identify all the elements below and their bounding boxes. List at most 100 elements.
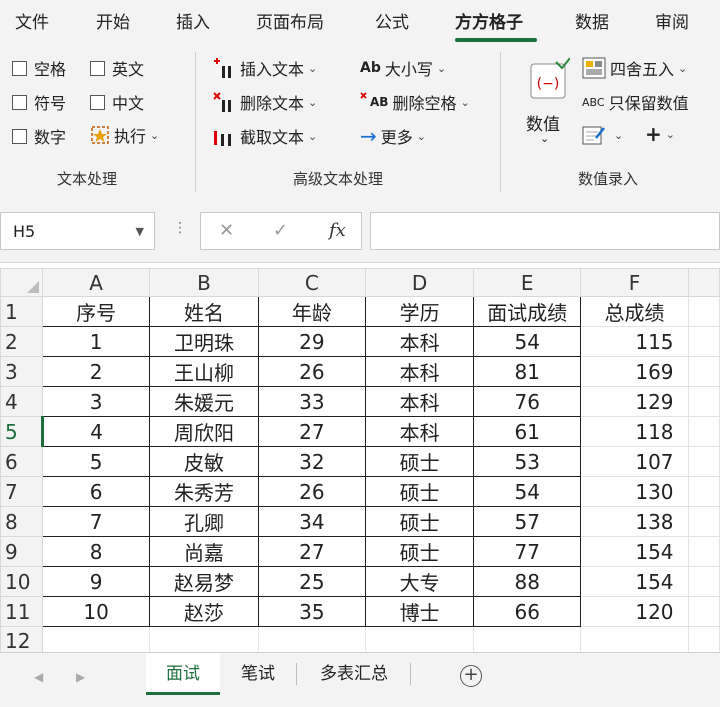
- row-header[interactable]: 4: [0, 386, 43, 417]
- row-header[interactable]: 11: [0, 596, 43, 627]
- cell-interview-score[interactable]: 76: [472, 386, 582, 417]
- cell-age[interactable]: 29: [257, 326, 367, 357]
- checkbox-english[interactable]: 英文: [90, 56, 144, 80]
- cell-interview-score[interactable]: 61: [472, 416, 582, 447]
- empty-cell[interactable]: [687, 356, 720, 387]
- edit-cell-button[interactable]: ⌄: [582, 124, 623, 146]
- cell-id[interactable]: 8: [41, 536, 151, 567]
- cell-id[interactable]: 3: [41, 386, 151, 417]
- keep-values-button[interactable]: ABC 只保留数值: [582, 90, 689, 114]
- cell-total-score[interactable]: 115: [580, 326, 689, 357]
- cell-id[interactable]: 6: [41, 476, 151, 507]
- empty-cell[interactable]: [687, 566, 720, 597]
- row-header-selected[interactable]: 5: [0, 416, 44, 447]
- checkbox-space[interactable]: 空格: [12, 56, 66, 80]
- cell-interview-score[interactable]: 53: [472, 446, 582, 477]
- menu-tab-insert[interactable]: 插入: [176, 8, 210, 33]
- fx-icon[interactable]: fx: [329, 220, 346, 241]
- cell-id[interactable]: 1: [41, 326, 151, 357]
- insert-text-button[interactable]: 插入文本 ⌄: [212, 56, 317, 80]
- cancel-icon[interactable]: ✕: [219, 220, 234, 241]
- add-sheet-icon[interactable]: +: [460, 665, 482, 687]
- cell-education[interactable]: 本科: [365, 326, 474, 357]
- cell-interview-score[interactable]: 77: [472, 536, 582, 567]
- select-all-corner[interactable]: [0, 268, 43, 297]
- menu-tab-data[interactable]: 数据: [575, 8, 609, 33]
- header-cell[interactable]: 姓名: [149, 296, 259, 327]
- cell-age[interactable]: 27: [257, 536, 367, 567]
- empty-cell[interactable]: [687, 536, 720, 567]
- drag-handle-icon[interactable]: ⋮: [173, 220, 187, 236]
- sheet-tab-summary[interactable]: 多表汇总: [298, 653, 410, 695]
- cell-age[interactable]: 27: [257, 416, 367, 447]
- cell-name[interactable]: 孔卿: [149, 506, 259, 537]
- cell-total-score[interactable]: 120: [580, 596, 689, 627]
- empty-cell[interactable]: [687, 506, 720, 537]
- header-cell[interactable]: 总成绩: [580, 296, 689, 327]
- column-header-d[interactable]: D: [365, 268, 474, 297]
- cell-education[interactable]: 硕士: [365, 506, 474, 537]
- prev-sheet-icon[interactable]: ◀: [34, 670, 43, 684]
- cell-id[interactable]: 5: [41, 446, 151, 477]
- column-header-f[interactable]: F: [580, 268, 689, 297]
- cell-age[interactable]: 26: [257, 476, 367, 507]
- round-button[interactable]: 四舍五入 ⌄: [582, 56, 687, 80]
- caret-down-icon[interactable]: ▼: [136, 225, 144, 238]
- empty-cell[interactable]: [687, 326, 720, 357]
- header-cell[interactable]: 面试成绩: [472, 296, 582, 327]
- execute-button[interactable]: 执行 ⌄: [90, 123, 159, 147]
- cell-interview-score[interactable]: 54: [472, 326, 582, 357]
- menu-tab-formulas[interactable]: 公式: [375, 8, 409, 33]
- column-header-c[interactable]: C: [257, 268, 367, 297]
- row-header[interactable]: 10: [0, 566, 43, 597]
- empty-cell[interactable]: [687, 596, 720, 627]
- checkbox-chinese[interactable]: 中文: [90, 90, 144, 114]
- checkbox-symbol[interactable]: 符号: [12, 90, 66, 114]
- sheet-tab-written[interactable]: 笔试: [222, 653, 294, 695]
- cell-name[interactable]: 赵莎: [149, 596, 259, 627]
- sheet-tab-interview[interactable]: 面试: [146, 653, 220, 695]
- header-cell[interactable]: 学历: [365, 296, 474, 327]
- row-header[interactable]: 3: [0, 356, 43, 387]
- cell-id[interactable]: 4: [41, 416, 151, 447]
- cell-total-score[interactable]: 129: [580, 386, 689, 417]
- cell-education[interactable]: 硕士: [365, 446, 474, 477]
- cell-age[interactable]: 32: [257, 446, 367, 477]
- formula-input[interactable]: [370, 212, 720, 250]
- cell-age[interactable]: 26: [257, 356, 367, 387]
- cell-education[interactable]: 本科: [365, 386, 474, 417]
- cell-name[interactable]: 王山柳: [149, 356, 259, 387]
- cell-id[interactable]: 10: [41, 596, 151, 627]
- name-box[interactable]: H5 ▼: [0, 212, 155, 250]
- cell-id[interactable]: 2: [41, 356, 151, 387]
- more-button[interactable]: → 更多 ⌄: [360, 124, 426, 148]
- cell-education[interactable]: 大专: [365, 566, 474, 597]
- empty-cell[interactable]: [687, 386, 720, 417]
- cell-total-score[interactable]: 130: [580, 476, 689, 507]
- cell-interview-score[interactable]: 66: [472, 596, 582, 627]
- row-header[interactable]: 7: [0, 476, 43, 507]
- cell-name[interactable]: 周欣阳: [149, 416, 259, 447]
- cell-age[interactable]: 34: [257, 506, 367, 537]
- cell-interview-score[interactable]: 81: [472, 356, 582, 387]
- confirm-icon[interactable]: ✓: [273, 220, 288, 241]
- column-header-a[interactable]: A: [41, 268, 151, 297]
- header-cell[interactable]: 序号: [41, 296, 151, 327]
- cell-interview-score[interactable]: 54: [472, 476, 582, 507]
- menu-tab-fangfang[interactable]: 方方格子: [455, 8, 523, 33]
- cell-name[interactable]: 朱秀芳: [149, 476, 259, 507]
- row-header[interactable]: 2: [0, 326, 43, 357]
- cell-id[interactable]: 7: [41, 506, 151, 537]
- column-header-e[interactable]: E: [472, 268, 582, 297]
- cell-age[interactable]: 25: [257, 566, 367, 597]
- column-header-g[interactable]: [687, 268, 720, 297]
- cell-age[interactable]: 35: [257, 596, 367, 627]
- cell-total-score[interactable]: 138: [580, 506, 689, 537]
- cell-interview-score[interactable]: 57: [472, 506, 582, 537]
- menu-tab-home[interactable]: 开始: [96, 8, 130, 33]
- delete-text-button[interactable]: 删除文本 ⌄: [212, 90, 317, 114]
- menu-tab-review[interactable]: 审阅: [655, 8, 689, 33]
- menu-tab-page-layout[interactable]: 页面布局: [256, 8, 324, 33]
- cell-name[interactable]: 朱媛元: [149, 386, 259, 417]
- cell-education[interactable]: 硕士: [365, 476, 474, 507]
